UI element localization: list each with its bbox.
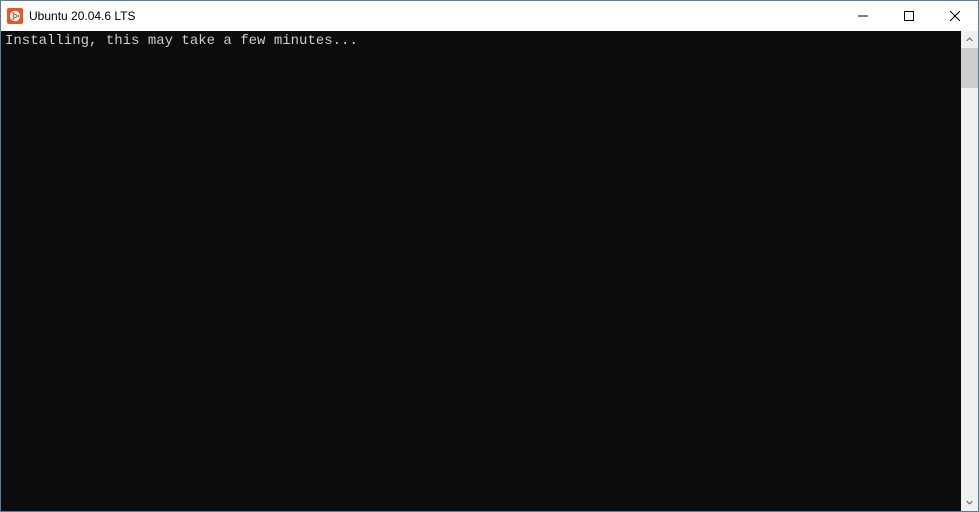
maximize-button[interactable] (886, 1, 932, 31)
vertical-scrollbar[interactable] (961, 31, 978, 511)
ubuntu-icon (7, 8, 23, 24)
titlebar-left: Ubuntu 20.04.6 LTS (7, 8, 136, 24)
terminal-content[interactable]: Installing, this may take a few minutes.… (1, 31, 961, 511)
close-icon (950, 11, 960, 21)
close-button[interactable] (932, 1, 978, 31)
scroll-track[interactable] (961, 48, 978, 494)
maximize-icon (904, 11, 914, 21)
scroll-thumb[interactable] (961, 48, 978, 88)
chevron-down-icon (966, 499, 973, 506)
terminal-area: Installing, this may take a few minutes.… (1, 31, 978, 511)
window-titlebar: Ubuntu 20.04.6 LTS (1, 1, 978, 31)
scroll-up-button[interactable] (961, 31, 978, 48)
window-title: Ubuntu 20.04.6 LTS (29, 9, 136, 23)
chevron-up-icon (966, 36, 973, 43)
window-controls (840, 1, 978, 31)
scroll-down-button[interactable] (961, 494, 978, 511)
minimize-button[interactable] (840, 1, 886, 31)
terminal-line: Installing, this may take a few minutes.… (5, 33, 358, 49)
minimize-icon (858, 11, 868, 21)
